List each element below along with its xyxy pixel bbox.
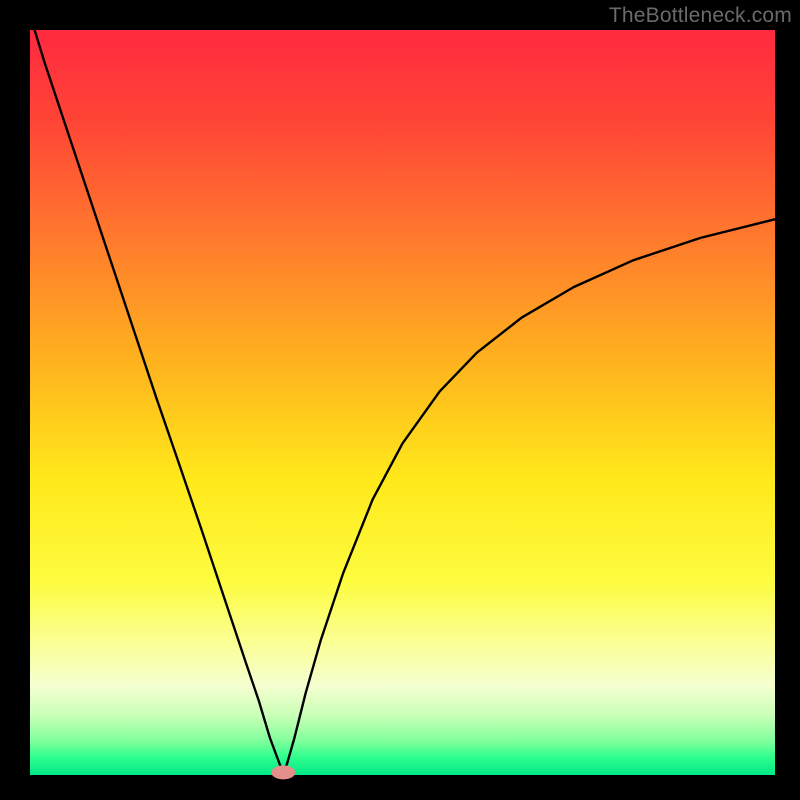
watermark-text: TheBottleneck.com [609,4,792,28]
optimal-point-marker [271,765,295,779]
bottleneck-chart [0,0,800,800]
chart-background-gradient [30,30,775,775]
chart-container: TheBottleneck.com [0,0,800,800]
